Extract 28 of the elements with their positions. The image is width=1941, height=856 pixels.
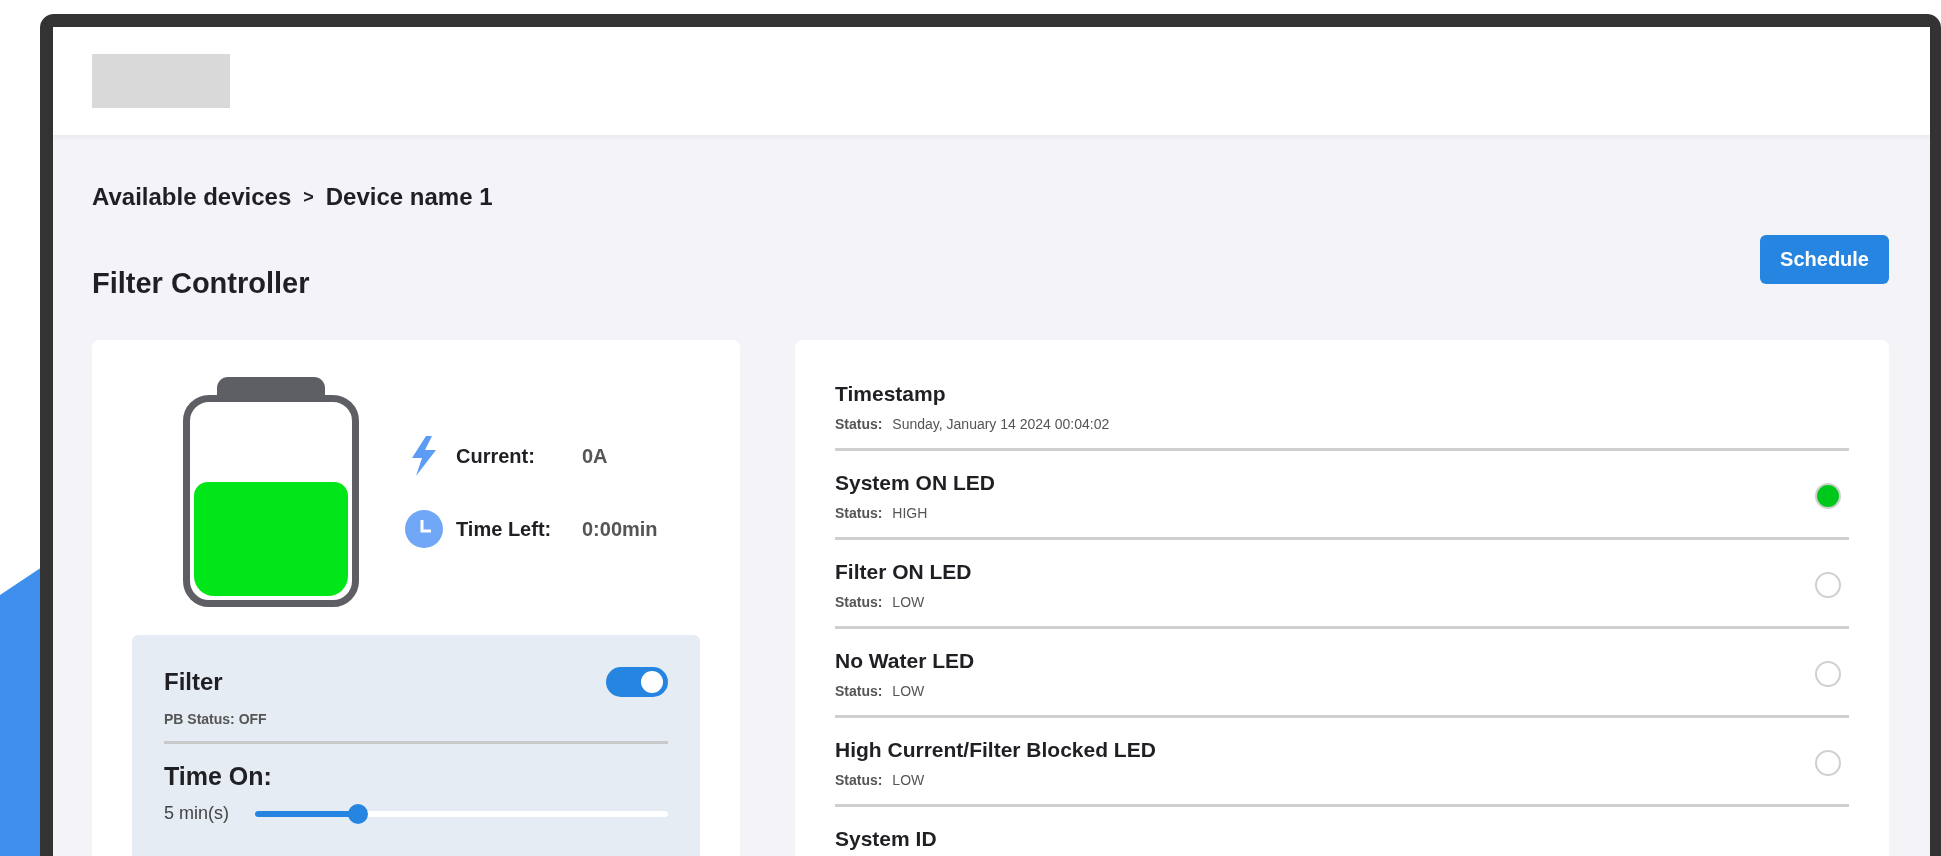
filter-toggle[interactable] — [606, 667, 668, 697]
duration-text: 5 min(s) — [164, 803, 229, 824]
status-text: Status: LOW — [835, 772, 926, 788]
status-title: Filter ON LED — [835, 560, 972, 584]
filter-title: Filter — [164, 668, 223, 696]
status-text: Status: HIGH — [835, 505, 929, 521]
status-title: Timestamp — [835, 382, 947, 406]
pb-status: PB Status: OFF — [164, 711, 668, 744]
time-on-label: Time On: — [164, 762, 273, 791]
status-text: Status: Sunday, January 14 2024 00:04:02 — [835, 416, 1110, 432]
status-text: Status: LOW — [835, 683, 926, 699]
breadcrumb-link[interactable]: Available devices — [92, 183, 292, 211]
reading-label: Time Left: — [456, 517, 553, 541]
status-title: System ON LED — [835, 471, 995, 495]
lightning-icon — [410, 436, 438, 476]
status-title: No Water LED — [835, 649, 975, 673]
breadcrumb-link[interactable]: Device name 1 — [325, 183, 493, 211]
reading-value: 0A — [582, 444, 608, 468]
status-title: System ID — [835, 827, 937, 851]
status-title: High Current/Filter Blocked LED — [835, 738, 1156, 762]
reading-label: Current: — [456, 444, 536, 468]
clock-icon — [405, 510, 443, 548]
schedule-button[interactable]: Schedule — [1760, 235, 1889, 284]
status-text: Status: LOW — [835, 594, 926, 610]
breadcrumb-separator: > — [303, 186, 314, 208]
reading-value: 0:00min — [582, 517, 658, 541]
page-title: Filter Controller — [92, 267, 310, 300]
duration-slider[interactable] — [255, 803, 668, 824]
